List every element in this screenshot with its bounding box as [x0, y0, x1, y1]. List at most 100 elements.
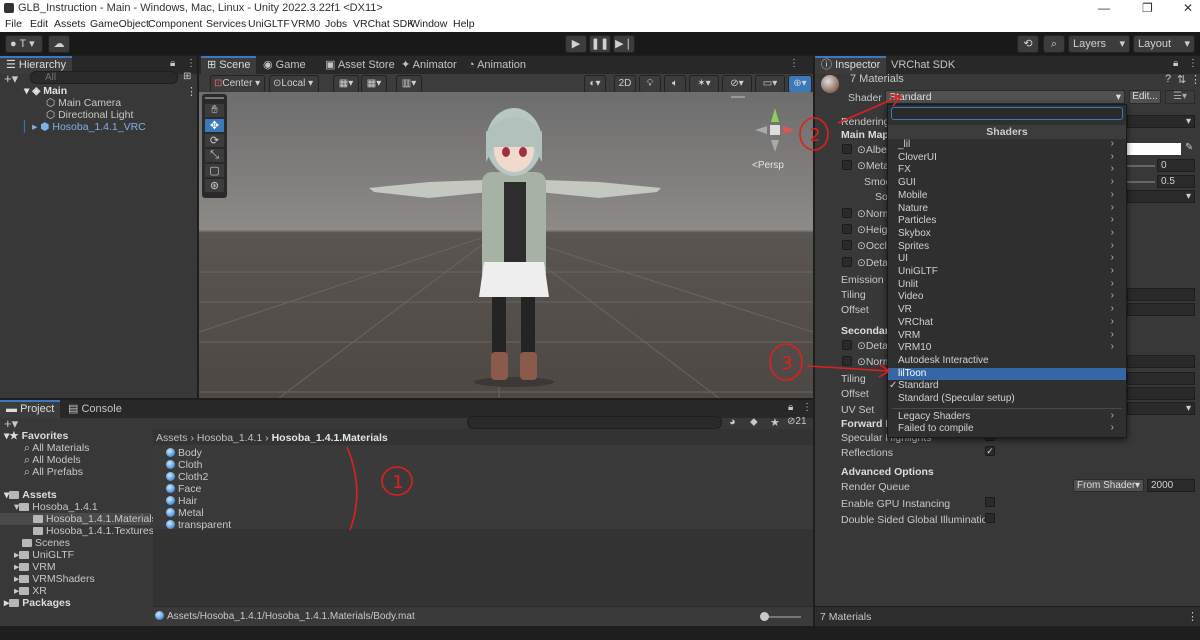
shader-dropdown[interactable]: Standard ▾: [885, 90, 1125, 104]
breadcrumb-current[interactable]: Hosoba_1.4.1.Materials: [272, 432, 388, 444]
2d-toggle[interactable]: 2D: [614, 75, 636, 93]
lock-icon[interactable]: 🔒︎: [170, 58, 175, 69]
offset2-field[interactable]: [1127, 387, 1195, 400]
shader-menu-item[interactable]: _lil ›: [888, 138, 1126, 152]
shader-menu-item[interactable]: VRChat ›: [888, 316, 1126, 330]
close-button[interactable]: ✕: [1183, 1, 1193, 15]
tab-console[interactable]: ▤ Console: [62, 400, 128, 418]
detail-label[interactable]: ⊙Detai: [857, 257, 890, 269]
gizmo-handle[interactable]: [731, 96, 745, 98]
tab-animator[interactable]: ✦ Animator: [395, 56, 463, 74]
metallic-label[interactable]: ⊙Meta: [857, 160, 889, 172]
source-dropdown[interactable]: ▾: [1127, 190, 1195, 203]
menu-edit[interactable]: Edit: [30, 18, 48, 30]
eyedropper-icon[interactable]: ✎: [1185, 142, 1193, 153]
edit-shader-button[interactable]: Edit...: [1129, 90, 1161, 104]
double-sided-gi-checkbox[interactable]: [985, 513, 995, 523]
offset-field[interactable]: [1127, 303, 1195, 316]
tab-asset-store[interactable]: ▣ Asset Store: [319, 56, 401, 74]
smoothness-slider[interactable]: [1127, 181, 1155, 183]
history-icon[interactable]: ⟲: [1017, 35, 1039, 53]
shader-menu-item[interactable]: Video ›: [888, 290, 1126, 304]
favorite-item[interactable]: ⌕ All Prefabs: [24, 466, 83, 478]
shader-menu-item[interactable]: lilToon: [888, 367, 1126, 381]
tree-item[interactable]: ▸ VRM: [14, 561, 56, 573]
increment-snap-icon[interactable]: ▥▾: [396, 75, 422, 93]
add-button[interactable]: +▾: [4, 71, 24, 87]
tree-item[interactable]: ▸ UniGLTF: [14, 549, 74, 561]
search-by-type-icon[interactable]: ◕: [729, 416, 736, 428]
tree-item[interactable]: ▾ Hosoba_1.4.1: [14, 501, 98, 513]
shader-menu-item[interactable]: CloverUI ›: [888, 151, 1126, 165]
maximize-button[interactable]: ❐: [1142, 1, 1153, 15]
scene-root[interactable]: ▾ ◈ Main: [24, 85, 67, 97]
menu-component[interactable]: Component: [148, 18, 202, 30]
render-queue-field[interactable]: 2000: [1147, 479, 1195, 492]
search-by-label-icon[interactable]: ⬥: [750, 416, 758, 429]
shader-menu-item[interactable]: VR ›: [888, 303, 1126, 317]
tree-item[interactable]: ▸ VRMShaders: [14, 573, 95, 585]
tree-item[interactable]: Scenes: [22, 537, 70, 549]
space-dropdown[interactable]: ⊙Local ▾: [269, 75, 319, 93]
shader-menu-item[interactable]: Standard (Specular setup): [888, 393, 1126, 406]
scene-viewport[interactable]: ✋︎ ✥ ⟳ ⤡ ▢ ⊛ <Persp: [199, 92, 813, 398]
shader-menu-item[interactable]: ✓ Standard: [888, 380, 1126, 393]
detail-mask-slot[interactable]: [842, 257, 852, 267]
layout-dropdown[interactable]: Layout ▾: [1133, 35, 1195, 53]
normal2-texture-slot[interactable]: [842, 356, 852, 366]
shader-menu-item[interactable]: UI ›: [888, 252, 1126, 266]
scale-tool-icon[interactable]: ⤡: [205, 149, 224, 162]
menu-window[interactable]: Window: [410, 18, 447, 30]
tab-vrchat-sdk[interactable]: VRChat SDK: [885, 56, 961, 74]
rotate-tool-icon[interactable]: ⟳: [205, 134, 224, 147]
favorites-header[interactable]: ▾★ Favorites: [4, 430, 68, 442]
tree-item-selected[interactable]: Hosoba_1.4.1.Materials: [0, 513, 157, 525]
lock-icon[interactable]: 🔒︎: [788, 402, 793, 413]
project-search-input[interactable]: [467, 416, 722, 429]
render-queue-dropdown[interactable]: From Shader ▾: [1073, 479, 1144, 492]
audio-icon[interactable]: 🔈︎: [664, 75, 686, 93]
avatar-character[interactable]: [199, 92, 813, 398]
tab-inspector[interactable]: ⓘ Inspector: [815, 56, 887, 74]
material-item[interactable]: Cloth: [166, 459, 203, 471]
rendering-mode-dropdown[interactable]: ▾: [1127, 115, 1195, 128]
shader-menu-item[interactable]: FX ›: [888, 163, 1126, 177]
breadcrumb-item[interactable]: Assets: [156, 432, 188, 444]
menu-gameobject[interactable]: GameObject: [90, 18, 149, 30]
scene-more-icon[interactable]: ⋮: [186, 85, 197, 98]
hierarchy-item-hosoba[interactable]: ▏▸ ⬢ Hosoba_1.4.1_VRC: [24, 121, 146, 133]
hidden-objects-icon[interactable]: ⊘▾: [722, 75, 752, 93]
transform-tool-icon[interactable]: ⊛: [205, 179, 224, 192]
shader-search-input[interactable]: [891, 107, 1123, 120]
height-texture-slot[interactable]: [842, 224, 852, 234]
shader-menu-item[interactable]: Legacy Shaders ›: [888, 410, 1126, 424]
hidden-packages-counter[interactable]: ⊘21: [787, 416, 807, 427]
shader-menu-item[interactable]: VRM ›: [888, 329, 1126, 343]
shader-menu-item[interactable]: Mobile ›: [888, 189, 1126, 203]
tab-game[interactable]: ◉ Game: [257, 56, 312, 74]
more-icon[interactable]: ⋮: [1190, 73, 1200, 86]
favorite-star-icon[interactable]: ★: [770, 416, 780, 429]
metallic-slider[interactable]: [1127, 165, 1155, 167]
step-button[interactable]: ▶❘: [613, 35, 635, 53]
lock-icon[interactable]: 🔒︎: [1173, 58, 1178, 69]
persp-label[interactable]: <Persp: [752, 160, 784, 171]
orientation-gizmo[interactable]: [747, 102, 807, 162]
shader-menu-item[interactable]: Sprites ›: [888, 240, 1126, 254]
menu-vrchat-sdk[interactable]: VRChat SDK: [353, 18, 414, 30]
tree-item[interactable]: Hosoba_1.4.1.Textures: [33, 525, 154, 537]
tiling-field[interactable]: [1127, 288, 1195, 301]
account-button[interactable]: ● T ▾: [5, 35, 43, 53]
rect-tool-icon[interactable]: ▢: [205, 164, 224, 177]
material-item[interactable]: Cloth2: [166, 471, 208, 483]
grid-icon[interactable]: ▦▾: [361, 75, 387, 93]
gizmos-icon[interactable]: ⊕▾: [788, 75, 812, 93]
normal-texture-slot[interactable]: [842, 208, 852, 218]
tiling2-field[interactable]: [1127, 372, 1195, 385]
hierarchy-search-input[interactable]: [30, 71, 178, 84]
shader-menu-item[interactable]: GUI ›: [888, 176, 1126, 190]
menu-unigltf[interactable]: UniGLTF: [248, 18, 290, 30]
menu-vrm0[interactable]: VRM0: [291, 18, 320, 30]
shader-menu-item[interactable]: Particles ›: [888, 214, 1126, 228]
packages-header[interactable]: ▸ Packages: [4, 597, 71, 609]
